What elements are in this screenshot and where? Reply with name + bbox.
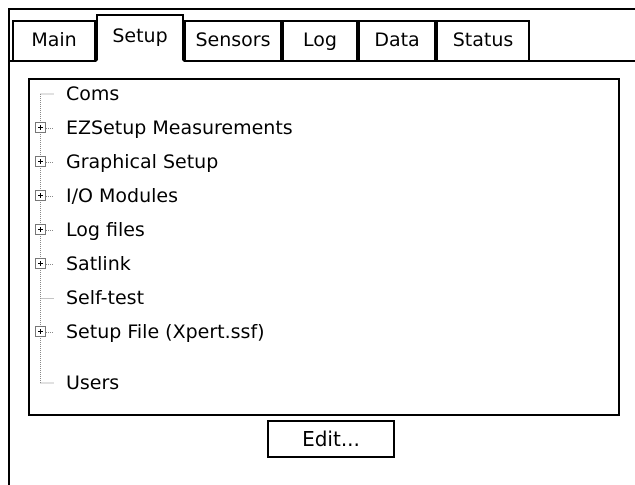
tree-item-label: EZSetup Measurements [66,117,293,139]
main-window: Main Setup Sensors Log Data Status Coms [8,8,635,485]
expand-plus-icon[interactable] [35,190,46,201]
tree-item-satlink[interactable]: Satlink [35,247,131,281]
expand-plus-icon[interactable] [35,258,46,269]
tree-item-ezsetup-measurements[interactable]: EZSetup Measurements [35,111,293,145]
tree-item-label: Coms [66,83,120,105]
tree-item-setup-file[interactable]: Setup File (Xpert.ssf) [35,315,265,349]
tree-item-label: Users [66,372,120,394]
tree-item-graphical-setup[interactable]: Graphical Setup [35,145,219,179]
tree-item-log-files[interactable]: Log files [35,213,145,247]
tab-sensors[interactable]: Sensors [184,20,282,60]
tab-log[interactable]: Log [282,20,358,60]
tab-setup[interactable]: Setup [96,14,184,62]
tree-item-label: Log files [66,219,145,241]
tree-item-label: Setup File (Xpert.ssf) [66,321,265,343]
expand-plus-icon[interactable] [35,122,46,133]
tree-item-self-test[interactable]: Self-test [56,281,144,315]
tree-item-users[interactable]: Users [56,366,119,400]
tree-item-coms[interactable]: Coms [56,77,119,111]
expand-plus-icon[interactable] [35,156,46,167]
tab-data[interactable]: Data [358,20,436,60]
expand-plus-icon[interactable] [35,326,46,337]
tree-item-label: Self-test [66,287,145,309]
tree-item-label: I/O Modules [66,185,178,207]
tab-bar: Main Setup Sensors Log Data Status [10,10,635,62]
tree-item-label: Graphical Setup [66,151,219,173]
expand-plus-icon[interactable] [35,224,46,235]
tab-main[interactable]: Main [12,20,96,60]
tree-item-label: Satlink [66,253,131,275]
setup-tree[interactable]: Coms EZSetup Measurements Graphical Setu… [28,78,620,416]
tab-status[interactable]: Status [436,20,530,60]
tree-item-io-modules[interactable]: I/O Modules [35,179,178,213]
edit-button[interactable]: Edit... [267,420,395,458]
